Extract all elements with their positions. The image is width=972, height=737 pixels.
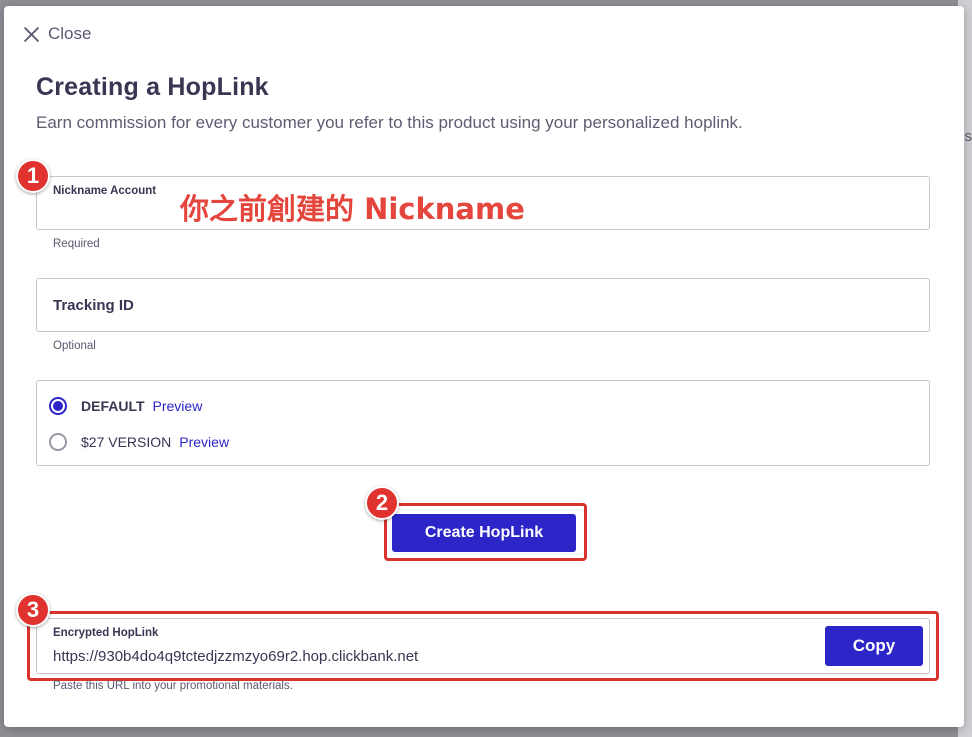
preview-link[interactable]: Preview (153, 398, 203, 414)
modal-title: Creating a HopLink (36, 73, 269, 101)
radio-unselected-icon[interactable] (49, 433, 67, 451)
preview-link[interactable]: Preview (179, 434, 229, 450)
close-label: Close (48, 24, 92, 43)
nickname-annotation: 你之前創建的 Nickname (180, 192, 525, 226)
nickname-helper-text: Required (53, 238, 100, 250)
create-hoplink-modal: Close Creating a HopLink Earn commission… (4, 6, 964, 727)
modal-subtitle: Earn commission for every customer you r… (36, 113, 743, 132)
radio-option-label: $27 VERSION (81, 434, 172, 450)
step-badge-2: 2 (365, 486, 399, 520)
create-hoplink-button[interactable]: Create HopLink (392, 514, 576, 552)
step-badge-3: 3 (16, 593, 50, 627)
tracking-helper-text: Optional (53, 340, 96, 352)
close-button[interactable]: Close (23, 24, 91, 44)
tracking-id-field[interactable]: Tracking ID (36, 278, 930, 332)
version-radio-group: DEFAULT Preview $27 VERSION Preview (36, 380, 930, 466)
radio-option-27-version[interactable]: $27 VERSION Preview (49, 433, 229, 451)
radio-selected-icon[interactable] (49, 397, 67, 415)
radio-option-default[interactable]: DEFAULT Preview (49, 397, 202, 415)
copy-button[interactable]: Copy (825, 626, 923, 666)
step-badge-1: 1 (16, 159, 50, 193)
close-icon (24, 26, 39, 42)
tracking-id-input[interactable] (53, 308, 913, 325)
nickname-account-label: Nickname Account (53, 185, 157, 197)
encrypted-hoplink-url[interactable]: https://930b4do4q9tctedjzzmzyo69r2.hop.c… (53, 648, 418, 665)
encrypted-helper-text: Paste this URL into your promotional mat… (53, 680, 293, 692)
radio-option-label: DEFAULT (81, 398, 145, 414)
encrypted-hoplink-label: Encrypted HopLink (53, 627, 159, 639)
encrypted-hoplink-field[interactable]: Encrypted HopLink https://930b4do4q9tcte… (36, 618, 930, 674)
